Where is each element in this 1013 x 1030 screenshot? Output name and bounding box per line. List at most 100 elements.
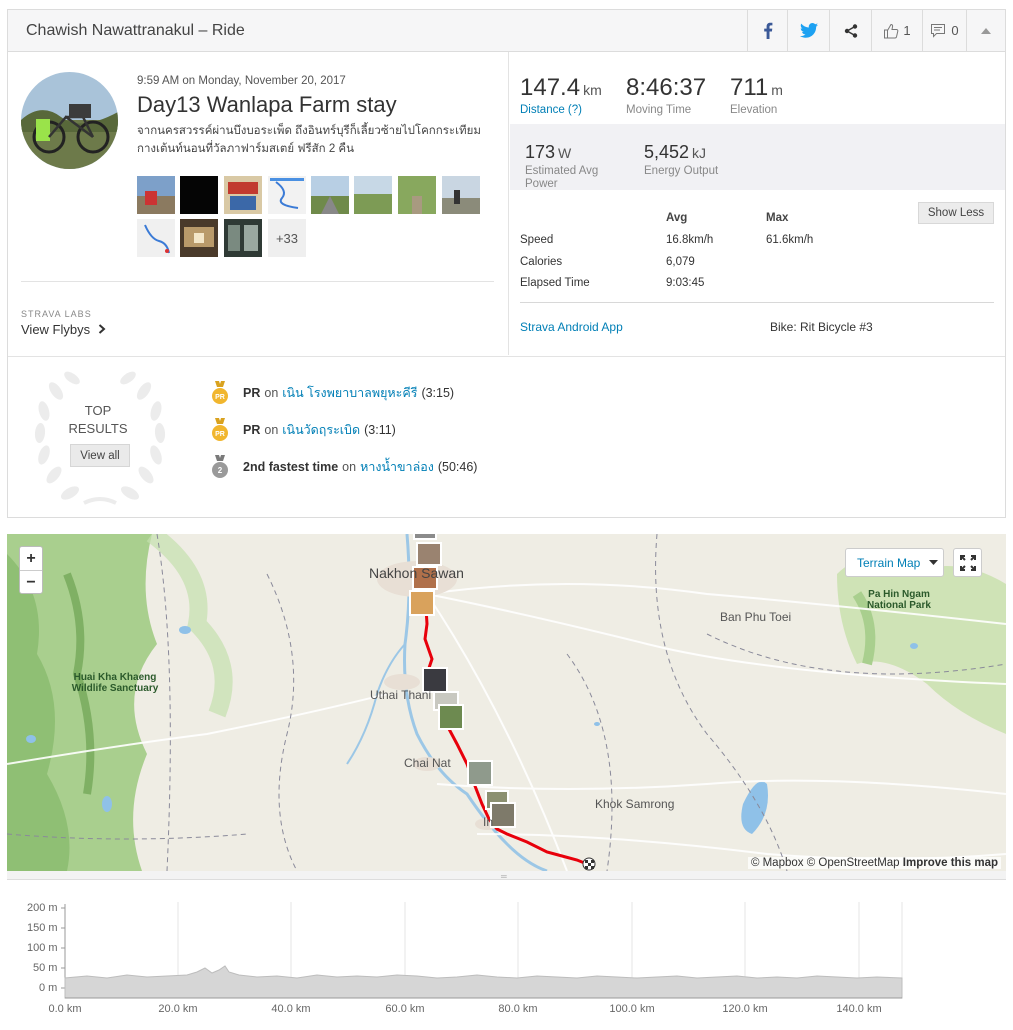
photo-thumbnail[interactable] (224, 176, 262, 214)
finish-flag-icon (582, 857, 596, 871)
laurel-wreath-icon (34, 371, 166, 505)
comment-icon (931, 24, 946, 38)
calories-label: Calories (520, 256, 563, 268)
activity-summary: 9:59 AM on Monday, November 20, 2017 Day… (8, 52, 509, 355)
divider (21, 281, 494, 282)
map-attribution: © Mapbox © OpenStreetMap Improve this ma… (747, 857, 1001, 869)
energy-value: 5,452 (644, 142, 690, 162)
map-terrain (7, 534, 1006, 871)
twitter-share-button[interactable] (787, 10, 829, 51)
collapse-caret-icon (981, 27, 991, 34)
x-tick-label: 140.0 km (836, 1003, 882, 1015)
place-label: In (483, 815, 494, 829)
achievement-on: on (264, 386, 279, 400)
share-icon (844, 23, 857, 38)
x-tick-label: 80.0 km (498, 1003, 538, 1015)
segment-link[interactable]: หางน้ำขาล่อง (360, 457, 434, 477)
map-type-dropdown[interactable]: Terrain Map (845, 548, 944, 577)
second-place-medal-icon: 2 (212, 455, 228, 478)
segment-link[interactable]: เนิน โรงพยาบาลพยุหะคีรี (282, 383, 417, 403)
elevation-value: 711 (730, 74, 769, 101)
elapsed-avg: 9:03:45 (666, 277, 705, 289)
photo-thumbnail[interactable] (354, 176, 392, 214)
fullscreen-button[interactable] (953, 548, 982, 577)
pr-medal-icon: PR (212, 381, 228, 404)
x-tick-label: 100.0 km (609, 1003, 655, 1015)
avg-header: Avg (666, 212, 688, 224)
comments-button[interactable]: 0 (922, 10, 966, 51)
achievement-item: PR PR on เนินวัดฤระเบิด (3:11) (210, 418, 396, 442)
place-label: Khok Samrong (595, 797, 675, 811)
power-label: Estimated Avg Power (525, 165, 599, 190)
achievement-badge: PR (243, 423, 261, 437)
place-label: Pa Hin Ngam National Park (867, 589, 931, 611)
elevation-unit: m (771, 82, 783, 98)
y-tick-label: 100 m (27, 942, 58, 954)
max-header: Max (766, 212, 789, 224)
distance-value: 147.4 (520, 74, 581, 101)
view-flybys-link[interactable]: View Flybys (21, 322, 106, 337)
kudos-button[interactable]: 1 (871, 10, 922, 51)
more-photos-button[interactable]: +33 (268, 219, 306, 257)
twitter-icon (799, 23, 818, 38)
kudos-count: 1 (903, 23, 911, 38)
photo-thumbnail[interactable] (311, 176, 349, 214)
stat-moving-time: 8:46:37 Moving Time (626, 74, 706, 116)
power-band: 173 W Estimated Avg Power 5,452 kJ Energy … (510, 124, 1005, 190)
route-map[interactable]: Nakhon Sawan Ban Phu Toei Pa Hin Ngam Na… (7, 534, 1006, 871)
zoom-in-button[interactable]: + (20, 547, 42, 571)
photo-thumbnail[interactable] (442, 176, 480, 214)
svg-text:2: 2 (218, 466, 223, 475)
distance-label[interactable]: Distance (?) (520, 104, 602, 116)
activity-title: Day13 Wanlapa Farm stay (137, 92, 397, 117)
place-label: Huai Kha Khaeng Wildlife Sanctuary (71, 672, 159, 694)
pr-medal-icon: PR (212, 418, 228, 441)
view-flybys-label: View Flybys (21, 322, 91, 337)
photo-thumbnail[interactable] (137, 219, 175, 257)
photo-thumbnail[interactable] (268, 176, 306, 214)
elevation-label: Elevation (730, 104, 778, 116)
place-label: Chai Nat (404, 756, 451, 770)
achievement-item: 2 2nd fastest time on หางน้ำขาล่อง (50:4… (210, 455, 477, 479)
achievement-item: PR PR on เนิน โรงพยาบาลพยุหะคีรี (3:15) (210, 381, 454, 405)
x-tick-label: 60.0 km (385, 1003, 425, 1015)
photo-thumbnail[interactable] (137, 176, 175, 214)
achievement-time: (50:46) (437, 460, 478, 474)
stat-power: 173 W Estimated Avg Power (525, 142, 625, 191)
view-all-button[interactable]: View all (70, 444, 130, 467)
activity-date: 9:59 AM on Monday, November 20, 2017 (137, 75, 346, 87)
improve-map-link[interactable]: Improve this map (903, 857, 998, 869)
energy-label: Energy Output (644, 165, 719, 177)
collapse-button[interactable] (966, 10, 1005, 51)
top-results-line1: TOP (84, 403, 112, 418)
chevron-right-icon (98, 324, 106, 334)
zoom-out-button[interactable]: − (20, 571, 42, 595)
achievement-time: (3:11) (364, 423, 396, 437)
photo-thumbnail[interactable] (180, 176, 218, 214)
moving-time-label: Moving Time (626, 104, 692, 116)
photo-thumbnail[interactable] (398, 176, 436, 214)
segment-link[interactable]: เนินวัดฤระเบิด (282, 420, 360, 440)
photo-thumbnail[interactable] (180, 219, 218, 257)
achievement-on: on (342, 460, 357, 474)
show-less-button[interactable]: Show Less (918, 202, 994, 224)
stat-energy: 5,452 kJ Energy Output (644, 142, 718, 177)
map-type-label: Terrain Map (857, 555, 921, 570)
bike-info: Bike: Rit Bicycle #3 (770, 320, 873, 334)
x-tick-label: 20.0 km (158, 1003, 198, 1015)
x-tick-label: 120.0 km (722, 1003, 768, 1015)
zoom-controls: + − (19, 546, 43, 594)
attribution-text[interactable]: © Mapbox © OpenStreetMap (751, 857, 900, 869)
athlete-avatar[interactable] (21, 72, 118, 169)
facebook-icon (763, 22, 772, 39)
place-label: Ban Phu Toei (720, 610, 792, 624)
facebook-share-button[interactable] (747, 10, 787, 51)
stat-elevation: 711 m Elevation (730, 74, 783, 116)
device-link[interactable]: Strava Android App (520, 320, 623, 334)
share-button[interactable] (829, 10, 871, 51)
photo-thumbnail[interactable] (224, 219, 262, 257)
map-resize-handle[interactable]: ═ (7, 871, 1006, 881)
top-results: TOP RESULTS View all PR PR on เนิน โรงพย… (8, 356, 1005, 517)
y-tick-label: 150 m (27, 922, 58, 934)
svg-text:PR: PR (215, 394, 225, 401)
